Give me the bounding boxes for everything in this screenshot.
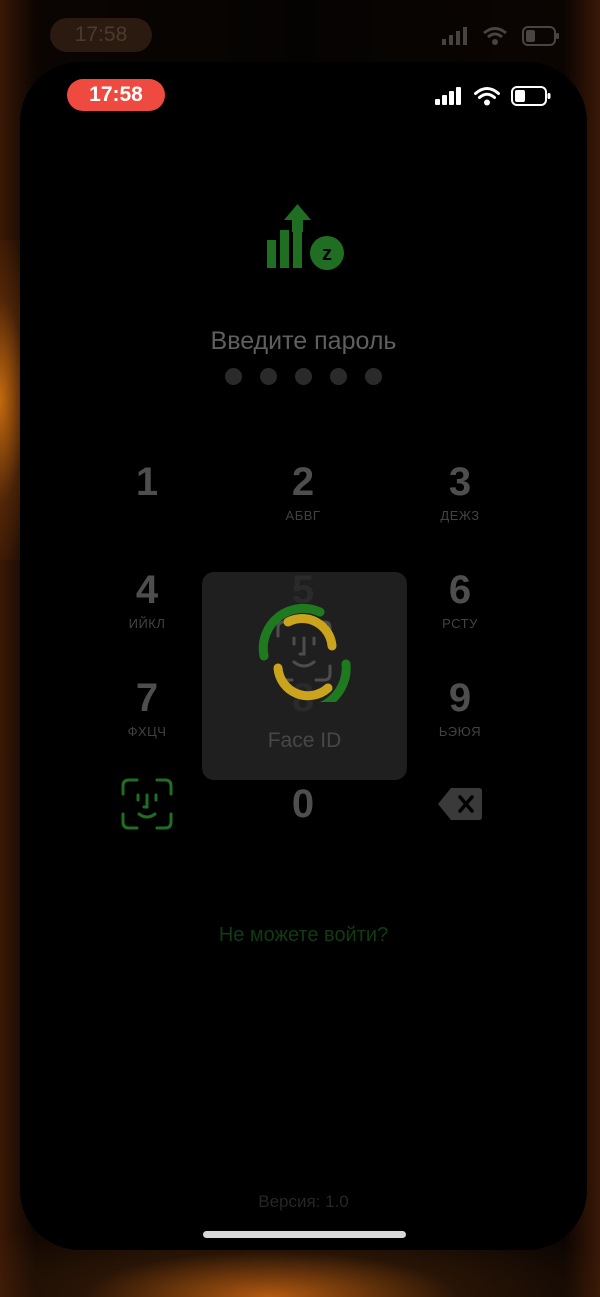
key-4[interactable]: 4 ИЙКЛ [87,568,207,658]
outer-status-bar: 17:58 [0,0,600,60]
version-label: Версия: 1.0 [258,1192,349,1211]
battery-icon [511,86,551,106]
key-letters: РСТУ [442,616,478,631]
outer-status-icons [442,26,560,46]
phone-screen: 17:58 z Введите пароль 1 2 АБВГ 3 ДЕЖЗ 4… [20,62,587,1250]
passcode-dot [330,368,347,385]
key-3[interactable]: 3 ДЕЖЗ [400,460,520,550]
face-id-label: Face ID [267,729,342,752]
key-0[interactable]: 0 [243,782,363,872]
key-letters: ИЙКЛ [128,616,166,631]
passcode-dot [260,368,277,385]
status-icons [435,86,551,106]
key-1[interactable]: 1 [87,460,207,550]
wifi-icon [474,87,500,106]
key-letters: ЬЭЮЯ [438,724,482,739]
key-number: 6 [448,568,472,612]
app-logo: z [267,204,344,270]
passcode-dots [225,368,382,385]
key-letters: АБВГ [285,508,321,523]
passcode-dot [295,368,312,385]
passcode-dot [225,368,242,385]
svg-text:z: z [322,243,332,265]
delete-button[interactable] [400,782,520,872]
key-letters: ДЕЖЗ [440,508,480,523]
outer-battery-icon [522,26,559,46]
key-number: 4 [135,568,159,612]
key-2[interactable]: 2 АБВГ [243,460,363,550]
key-number: 7 [135,676,159,720]
key-number: 9 [448,676,472,720]
key-9[interactable]: 9 ЬЭЮЯ [400,676,520,766]
face-id-button[interactable] [87,776,207,866]
passcode-prompt: Введите пароль [210,327,397,355]
key-number: 3 [448,460,472,504]
outer-signal-icon [442,27,467,45]
home-indicator[interactable] [203,1231,406,1238]
backspace-icon [438,788,482,820]
key-7[interactable]: 7 ФХЦЧ [87,676,207,766]
cellular-signal-icon [435,87,461,105]
key-number: 0 [291,782,315,826]
status-time: 17:58 [67,79,165,111]
key-number: 2 [291,460,315,504]
face-id-scan-icon [258,603,351,702]
key-letters: ФХЦЧ [127,724,167,739]
face-id-overlay: Face ID [202,572,407,780]
outer-status-time: 17:58 [50,18,152,52]
outer-wifi-icon [483,27,507,45]
key-6[interactable]: 6 РСТУ [400,568,520,658]
cant-login-link[interactable]: Не можете войти? [20,924,587,947]
key-number: 1 [135,460,159,504]
passcode-dot [365,368,382,385]
face-id-icon [121,778,173,830]
